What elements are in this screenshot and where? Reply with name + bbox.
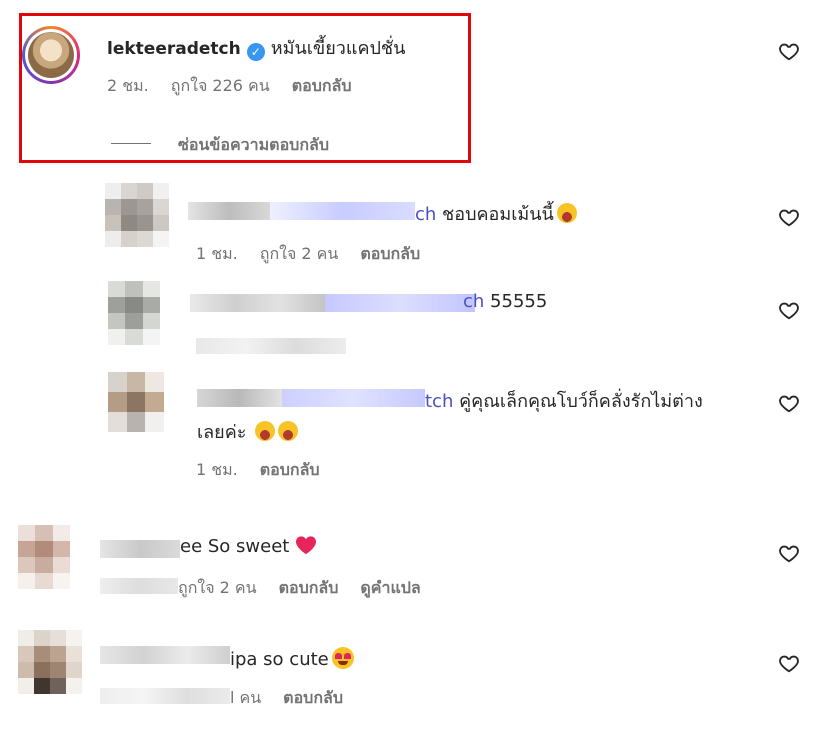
avatar[interactable] [105,183,169,247]
avatar[interactable] [108,281,160,345]
blurred-mention [270,202,415,220]
face-with-tears-of-joy-icon [255,421,276,441]
reply-meta: 1 ชม. ตอบกลับ [196,460,320,479]
comment-text: ipa so cute [230,647,354,670]
reply-text-continued: เลยค่ะ [197,417,299,446]
blurred-meta [100,578,178,594]
avatar[interactable] [108,372,164,432]
username-link[interactable]: lekteeradetch [107,39,241,59]
reply-button[interactable]: ตอบกลับ [279,578,339,597]
face-with-tears-of-joy-icon [556,203,577,223]
red-heart-icon [296,536,317,555]
comment-text: หมันเขี้ยวแคปชั่น [270,38,406,59]
comment-time[interactable]: 2 ชม. [107,76,149,95]
blurred-meta [100,688,230,704]
heart-outline-icon[interactable] [778,652,800,674]
reply-meta: 1 ชม. ถูกใจ 2 คน ตอบกลับ [196,244,421,263]
heart-outline-icon[interactable] [778,542,800,564]
face-with-tears-of-joy-icon [278,421,299,441]
blurred-username [100,646,230,664]
blurred-username [188,202,270,220]
reply-button[interactable]: ตอบกลับ [260,460,320,479]
blurred-username [100,540,180,558]
translate-button[interactable]: ดูคำแปล [360,578,420,597]
reply-button[interactable]: ตอบกลับ [360,244,420,263]
hide-replies-line [111,143,151,144]
reply-text: ch ชอบคอมเม้นนี้ [415,199,577,228]
comment-meta: ถูกใจ 2 คน ตอบกลับ ดูคำแปล [178,578,421,597]
avatar[interactable] [18,630,82,694]
heart-outline-icon[interactable] [778,40,800,62]
comment-meta: l คน ตอบกลับ [230,688,343,707]
hide-replies-button[interactable]: ซ่อนข้อความตอบกลับ [178,133,329,158]
blurred-username [190,294,325,312]
comment-header: lekteeradetch ✓ หมันเขี้ยวแคปชั่น [107,33,405,62]
reply-button[interactable]: ตอบกลับ [283,688,343,707]
reply-text: tch คู่คุณเล็กคุณโบว์ก็คลั่งรักไม่ต่าง [425,391,703,412]
blurred-reply-meta [196,338,346,354]
heart-outline-icon[interactable] [778,206,800,228]
comment-meta: 2 ชม. ถูกใจ 226 คน ตอบกลับ [107,74,352,99]
heart-outline-icon[interactable] [778,299,800,321]
blurred-mention [325,294,475,312]
blurred-mention [282,389,425,407]
reply-text: ch 55555 [463,291,548,312]
avatar[interactable] [18,525,70,589]
comment-text: ee So sweet [180,535,317,557]
reply-button[interactable]: ตอบกลับ [292,76,352,95]
verified-badge-icon: ✓ [246,43,265,61]
like-count[interactable]: ถูกใจ 226 คน [171,76,270,95]
heart-outline-icon[interactable] [778,392,800,414]
avatar[interactable] [22,26,80,84]
heart-eyes-icon [331,647,354,669]
blurred-username [197,389,282,407]
